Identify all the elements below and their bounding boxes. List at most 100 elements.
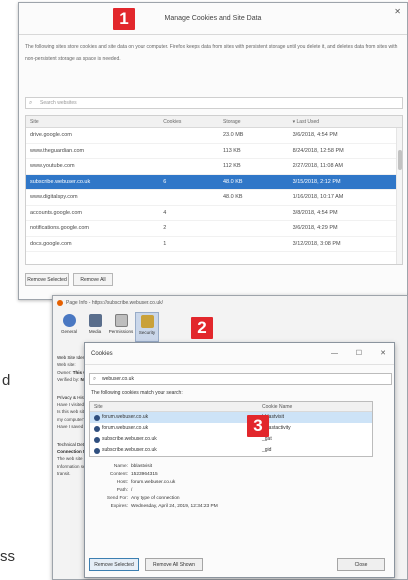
scrollbar-thumb[interactable] xyxy=(398,150,402,170)
storage-cell: 48.0 KB xyxy=(222,178,243,185)
table-row[interactable]: subscribe.webuser.co.uk 6 48.0 KB 3/15/2018… xyxy=(26,174,402,190)
table-row[interactable]: www.digitalspy.com 48.0 KB 1/16/2018, 10:1… xyxy=(26,190,402,206)
scrollbar[interactable] xyxy=(396,128,402,264)
last-used-cell: 3/6/2018, 4:29 PM xyxy=(292,225,338,231)
site-cell: drive.google.com xyxy=(30,132,72,138)
table-row[interactable]: www.youtube.com 112 KB 2/27/2018, 11:08 AM xyxy=(26,159,402,175)
tree-row[interactable]: subscribe.webuser.co.uk _gid xyxy=(90,445,372,456)
expand-icon[interactable] xyxy=(94,425,100,432)
detail-key: Name: xyxy=(113,464,128,469)
cookie-details: Name: bblastvisit Content: 1523964315 Host: f… xyxy=(97,463,377,511)
tree-site-label: forum.webuser.co.uk xyxy=(102,425,149,431)
last-used-cell: 3/8/2018, 4:54 PM xyxy=(292,209,338,216)
detail-key: Host: xyxy=(116,480,128,485)
column-header-storage[interactable]: Storage xyxy=(215,116,287,127)
maximize-icon[interactable]: ☐ xyxy=(356,343,362,365)
remove-all-button[interactable]: Remove All xyxy=(73,273,113,286)
remove-all-shown-button[interactable]: Remove All Shown xyxy=(145,558,203,571)
tab-security[interactable]: Security xyxy=(135,312,159,342)
cookies-cell xyxy=(155,159,215,174)
site-cell: www.theguardian.com xyxy=(30,147,85,154)
column-header-site[interactable]: Site xyxy=(90,402,248,411)
tree-row[interactable]: subscribe.webuser.co.uk _gat xyxy=(90,434,372,445)
tab-media[interactable]: Media xyxy=(83,312,107,342)
match-label: The following cookies match your search: xyxy=(91,390,183,396)
cookie-tree: Site Cookie Name forum.webuser.co.uk bbla… xyxy=(89,401,373,457)
detail-value: Any type of connection xyxy=(131,496,180,501)
tab-general[interactable]: General xyxy=(57,312,81,342)
verified-label: Verified by: xyxy=(57,377,80,383)
detail-value: / xyxy=(131,488,133,493)
tree-row[interactable]: forum.webuser.co.uk bblastvisit xyxy=(90,412,372,423)
cookies-cell: 4 xyxy=(163,209,167,216)
detail-key: Path: xyxy=(116,488,128,493)
sites-table: Site Cookies Storage ▾ Last Used drive.g… xyxy=(25,115,403,265)
storage-cell xyxy=(215,237,287,252)
last-used-cell: 8/24/2018, 12:58 PM xyxy=(292,147,344,154)
table-row[interactable]: www.theguardian.com 113 KB 8/24/2018, 12:5… xyxy=(26,144,402,159)
detail-row: Expires: Wednesday, April 24, 2019, 12:34… xyxy=(97,503,377,511)
owner-label: Owner: xyxy=(57,369,72,375)
cookies-titlebar: Cookies — ☐ ✕ xyxy=(85,343,394,365)
tree-site-cell: forum.webuser.co.uk xyxy=(90,423,248,434)
site-cell: www.youtube.com xyxy=(30,163,75,169)
close-icon[interactable]: ✕ xyxy=(380,343,386,365)
screenshot: d ss Manage Cookies and Site Data ✕ 1 Th… xyxy=(0,0,408,580)
security-lock-icon xyxy=(140,315,154,328)
table-row[interactable]: docs.google.com 1 3/12/2018, 3:08 PM xyxy=(26,237,402,252)
expand-icon[interactable] xyxy=(94,436,100,443)
cookies-cell xyxy=(155,144,215,159)
cookies-cell: 6 xyxy=(163,178,167,185)
tab-label: Permissions xyxy=(108,329,134,334)
tab-permissions[interactable]: Permissions xyxy=(109,312,133,342)
column-header-last-used[interactable]: ▾ Last Used xyxy=(287,116,402,127)
close-icon[interactable]: ✕ xyxy=(394,7,401,16)
column-header-cookies[interactable]: Cookies xyxy=(155,116,215,127)
table-row[interactable]: drive.google.com 23.0 MB 3/6/2018, 4:54 PM xyxy=(26,128,402,144)
expand-icon[interactable] xyxy=(94,447,100,454)
tree-site-cell: forum.webuser.co.uk xyxy=(90,412,248,423)
cookies-cell xyxy=(155,128,215,143)
table-row[interactable]: accounts.google.com 4 3/8/2018, 4:54 PM xyxy=(26,206,402,221)
cropped-text-d: d xyxy=(2,372,11,389)
storage-cell: 23.0 MB xyxy=(222,132,244,138)
detail-row: Send For: Any type of connection xyxy=(97,495,377,503)
table-header: Site Cookies Storage ▾ Last Used xyxy=(26,116,402,128)
detail-value: forum.webuser.co.uk xyxy=(131,480,176,485)
step-badge-3: 3 xyxy=(247,415,269,437)
table-row[interactable]: notifications.google.com 2 3/6/2018, 4:29 … xyxy=(26,221,402,237)
detail-row: Name: bblastvisit xyxy=(97,463,377,471)
storage-cell: 112 KB xyxy=(222,163,241,169)
last-used-cell: 3/15/2018, 2:12 PM xyxy=(292,178,341,185)
search-websites-input[interactable]: ⌕ Search websites xyxy=(25,97,403,109)
search-placeholder: Search websites xyxy=(40,100,77,106)
storage-cell xyxy=(215,206,287,221)
column-header-site[interactable]: Site xyxy=(26,116,155,127)
dialog-title: Manage Cookies and Site Data xyxy=(164,15,262,22)
cookies-title: Cookies xyxy=(91,351,113,357)
last-used-cell: 2/27/2018, 11:08 AM xyxy=(292,163,343,169)
page-info-tabs: General Media Permissions Security xyxy=(57,312,159,342)
last-used-cell: 3/12/2018, 3:08 PM xyxy=(292,240,341,247)
close-button[interactable]: Close xyxy=(337,558,385,571)
site-cell: notifications.google.com xyxy=(30,225,90,231)
remove-selected-button[interactable]: Remove Selected xyxy=(25,273,69,286)
cookies-cell: 1 xyxy=(163,240,167,247)
column-header-cookie-name[interactable]: Cookie Name xyxy=(248,402,360,411)
tree-site-label: subscribe.webuser.co.uk xyxy=(102,447,157,453)
page-info-titlebar: Page Info - https://subscribe.webuser.co… xyxy=(53,296,407,310)
search-icon: ⌕ xyxy=(29,100,33,106)
tree-site-cell: subscribe.webuser.co.uk xyxy=(90,445,248,456)
expand-icon[interactable] xyxy=(94,414,100,421)
cookie-name-cell: _gid xyxy=(262,447,272,453)
storage-cell: 48.0 KB xyxy=(222,194,243,200)
general-icon xyxy=(62,314,76,327)
remove-selected-button[interactable]: Remove Selected xyxy=(89,558,139,571)
tab-label: Media xyxy=(88,329,102,334)
tree-site-label: subscribe.webuser.co.uk xyxy=(102,436,157,442)
minimize-icon[interactable]: — xyxy=(331,343,338,365)
tab-label: General xyxy=(60,329,77,334)
tree-row[interactable]: forum.webuser.co.uk bblastactivity xyxy=(90,423,372,434)
cookie-search-input[interactable]: ⌕ webuser.co.uk xyxy=(89,373,392,385)
firefox-icon xyxy=(57,300,63,306)
